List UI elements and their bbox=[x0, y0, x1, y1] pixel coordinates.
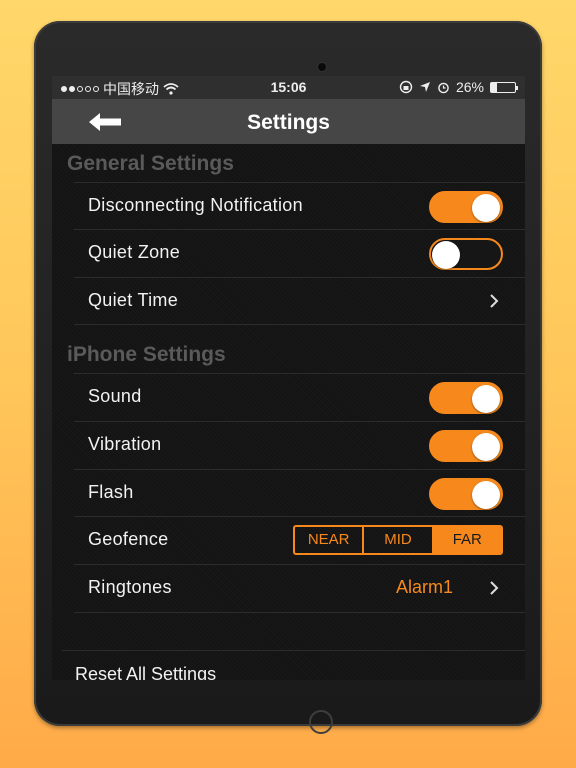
quiet-zone-toggle[interactable] bbox=[429, 238, 503, 270]
geofence-row: Geofence NEAR MID FAR bbox=[74, 516, 525, 563]
battery-percent: 26% bbox=[455, 79, 484, 95]
quiet-time-row[interactable]: Quiet Time bbox=[74, 277, 525, 324]
battery-icon bbox=[490, 81, 518, 93]
status-right: 26% bbox=[399, 79, 518, 95]
chevron-right-icon[interactable] bbox=[487, 580, 501, 596]
rotation-lock-icon bbox=[399, 80, 413, 94]
general-settings-header: General Settings bbox=[67, 152, 234, 175]
toggle-knob bbox=[472, 433, 500, 461]
vibration-row: Vibration bbox=[74, 421, 525, 468]
geofence-option-far[interactable]: FAR bbox=[431, 527, 501, 553]
quiet-zone-label: Quiet Zone bbox=[88, 242, 181, 262]
flash-row: Flash bbox=[74, 469, 525, 516]
disconnecting-notification-row: Disconnecting Notification bbox=[74, 182, 525, 229]
geofence-option-mid[interactable]: MID bbox=[362, 527, 431, 553]
toggle-knob bbox=[472, 194, 500, 222]
location-arrow-icon bbox=[419, 82, 430, 92]
iphone-settings-header: iPhone Settings bbox=[67, 343, 226, 366]
page-title: Settings bbox=[247, 111, 330, 134]
sound-row: Sound bbox=[74, 373, 525, 420]
flash-label: Flash bbox=[88, 482, 134, 502]
alarm-icon bbox=[438, 82, 449, 93]
navigation-bar: Settings bbox=[52, 99, 525, 144]
sound-toggle[interactable] bbox=[429, 382, 503, 414]
disconnecting-notification-toggle[interactable] bbox=[429, 191, 503, 223]
divider bbox=[74, 612, 525, 613]
sound-label: Sound bbox=[88, 386, 142, 406]
toggle-knob bbox=[432, 241, 460, 269]
quiet-time-label: Quiet Time bbox=[88, 290, 179, 310]
front-camera bbox=[318, 63, 326, 71]
chevron-right-icon[interactable] bbox=[487, 293, 501, 309]
toggle-knob bbox=[472, 385, 500, 413]
quiet-zone-row: Quiet Zone bbox=[74, 229, 525, 276]
divider bbox=[74, 324, 525, 325]
screen: 中国移动 15:06 26% Settings General Settings… bbox=[52, 76, 525, 680]
reset-all-settings-button[interactable]: Reset All Settings bbox=[75, 664, 216, 680]
status-bar: 中国移动 15:06 26% bbox=[52, 76, 525, 99]
ringtones-row[interactable]: Ringtones Alarm1 bbox=[74, 564, 525, 611]
disconnecting-notification-label: Disconnecting Notification bbox=[88, 195, 303, 215]
flash-toggle[interactable] bbox=[429, 478, 503, 510]
geofence-label: Geofence bbox=[88, 529, 169, 549]
vibration-toggle[interactable] bbox=[429, 430, 503, 462]
toggle-knob bbox=[472, 481, 500, 509]
battery-level bbox=[491, 82, 498, 92]
ringtone-value: Alarm1 bbox=[395, 577, 453, 597]
ringtones-label: Ringtones bbox=[88, 577, 172, 597]
home-button[interactable] bbox=[309, 710, 333, 734]
geofence-option-near[interactable]: NEAR bbox=[295, 527, 362, 553]
geofence-segmented-control[interactable]: NEAR MID FAR bbox=[293, 525, 503, 555]
vibration-label: Vibration bbox=[88, 434, 162, 454]
reset-all-settings-row[interactable]: Reset All Settings bbox=[62, 650, 525, 680]
